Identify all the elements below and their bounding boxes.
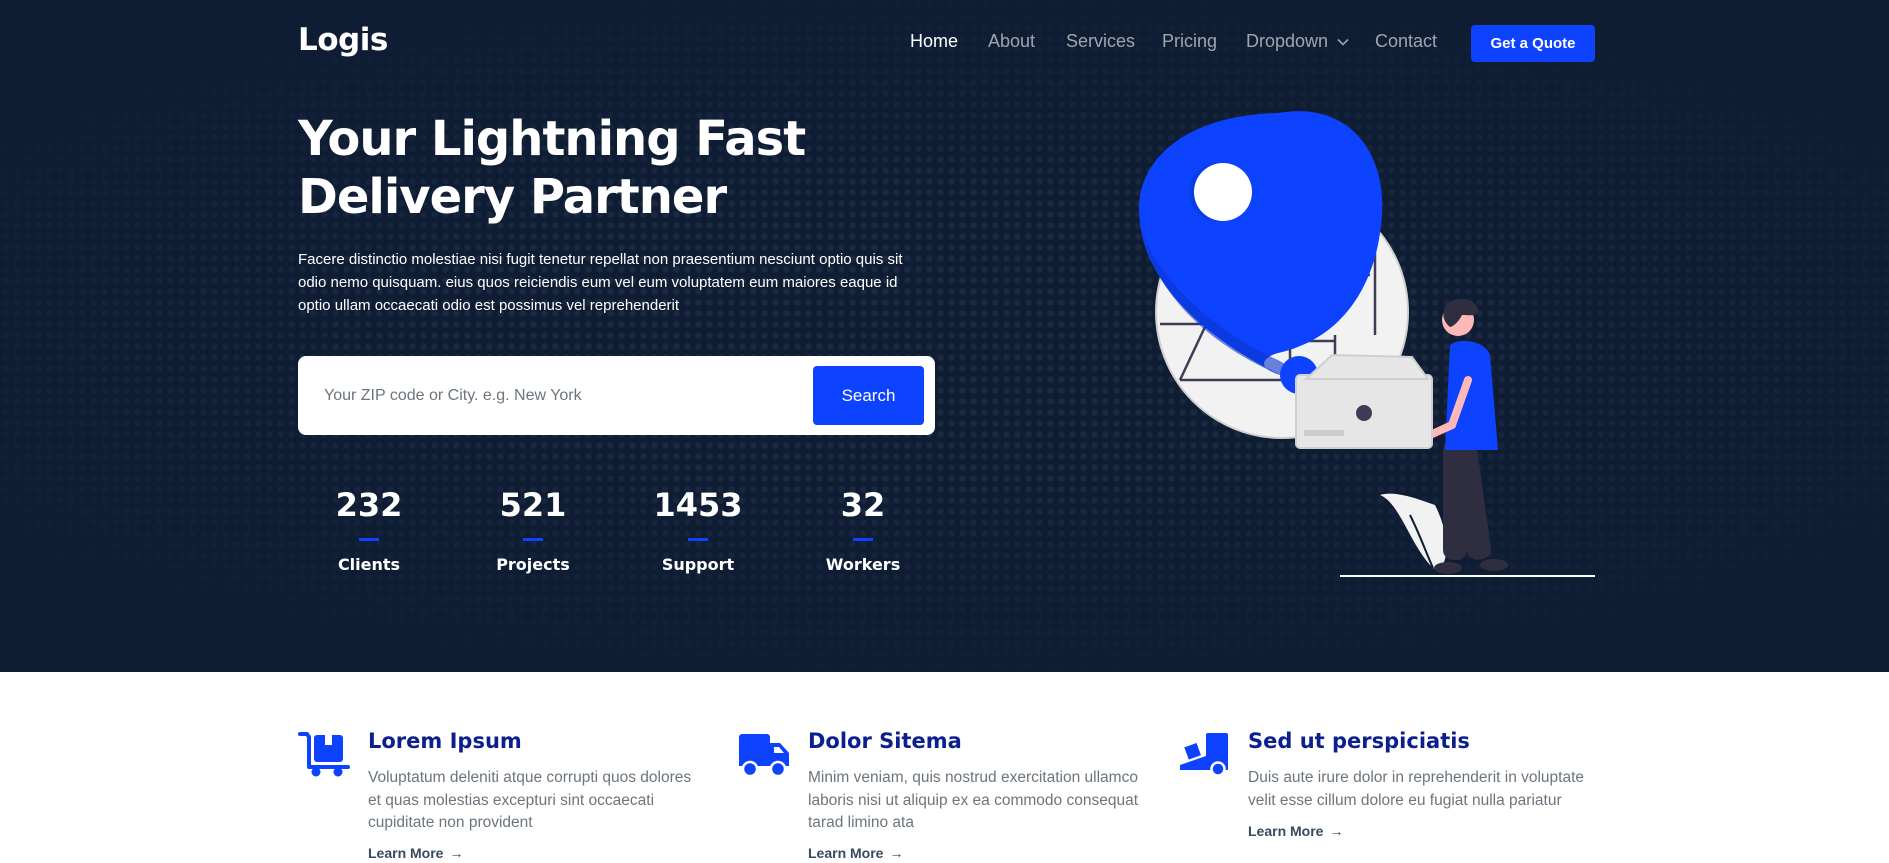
nav-item-dropdown[interactable]: Dropdown: [1246, 31, 1349, 52]
hero-title-line2: Delivery Partner: [298, 169, 727, 225]
arrow-right-icon: →: [449, 845, 464, 861]
nav-item-pricing[interactable]: Pricing: [1162, 31, 1217, 52]
stat-label: Clients: [337, 555, 401, 574]
stat-value: 1453: [653, 486, 743, 524]
truck-ramp-box-icon: [1180, 733, 1228, 777]
feature-title: Sed ut perspiciatis: [1248, 729, 1470, 753]
cart-flatbed-boxes-icon: [298, 732, 350, 777]
truck-icon: [739, 734, 789, 777]
feature-description: Minim veniam, quis nostrud exercitation …: [808, 769, 1138, 831]
hero-title-line1: Your Lightning Fast: [298, 111, 806, 167]
stat-label: Projects: [496, 555, 570, 574]
learn-more-label: Learn More: [1248, 823, 1324, 839]
feature-description: Duis aute irure dolor in reprehenderit i…: [1248, 769, 1585, 809]
search-form: Search: [298, 356, 935, 435]
nav-item-contact[interactable]: Contact: [1375, 31, 1437, 52]
feature-title: Lorem Ipsum: [368, 729, 522, 753]
hero-section: Logis Home About Services Pricing Dropdo…: [0, 0, 1889, 672]
pin-hole: [1194, 163, 1252, 221]
stat-value: 521: [499, 486, 567, 524]
stat-label: Support: [661, 555, 735, 574]
learn-more-label: Learn More: [368, 845, 444, 861]
stat-divider: [853, 538, 873, 541]
nav-item-services[interactable]: Services: [1066, 31, 1135, 52]
stat-divider: [688, 538, 708, 541]
hero-title: Your Lightning Fast Delivery Partner: [298, 110, 858, 226]
stat-support: 1453 Support: [638, 484, 758, 574]
zip-search-input[interactable]: [324, 374, 794, 417]
learn-more-link[interactable]: Learn More →: [808, 845, 903, 861]
stat-label: Workers: [825, 555, 901, 574]
arrow-right-icon: →: [1329, 823, 1344, 839]
search-button[interactable]: Search: [813, 366, 924, 425]
logo[interactable]: Logis: [298, 22, 388, 58]
stat-clients: 232 Clients: [309, 484, 429, 574]
stat-workers: 32 Workers: [803, 484, 923, 574]
package-box: [1295, 353, 1433, 449]
stat-divider: [523, 538, 543, 541]
feature-title: Dolor Sitema: [808, 729, 962, 753]
nav-item-about[interactable]: About: [988, 31, 1035, 52]
learn-more-label: Learn More: [808, 845, 884, 861]
nav-item-dropdown-label: Dropdown: [1246, 31, 1329, 51]
arrow-right-icon: →: [889, 845, 904, 861]
hero-description: Facere distinctio molestiae nisi fugit t…: [298, 251, 903, 314]
chevron-down-icon: [1337, 39, 1349, 46]
stat-projects: 521 Projects: [473, 484, 593, 574]
nav-item-home[interactable]: Home: [910, 31, 958, 52]
stat-value: 32: [840, 486, 886, 524]
stat-value: 232: [335, 486, 403, 524]
delivery-illustration: [1138, 111, 1595, 577]
get-a-quote-button[interactable]: Get a Quote: [1471, 25, 1595, 62]
learn-more-link[interactable]: Learn More →: [368, 845, 463, 861]
feature-description: Voluptatum deleniti atque corrupti quos …: [368, 769, 692, 831]
learn-more-link[interactable]: Learn More →: [1248, 823, 1343, 839]
stat-divider: [359, 538, 379, 541]
